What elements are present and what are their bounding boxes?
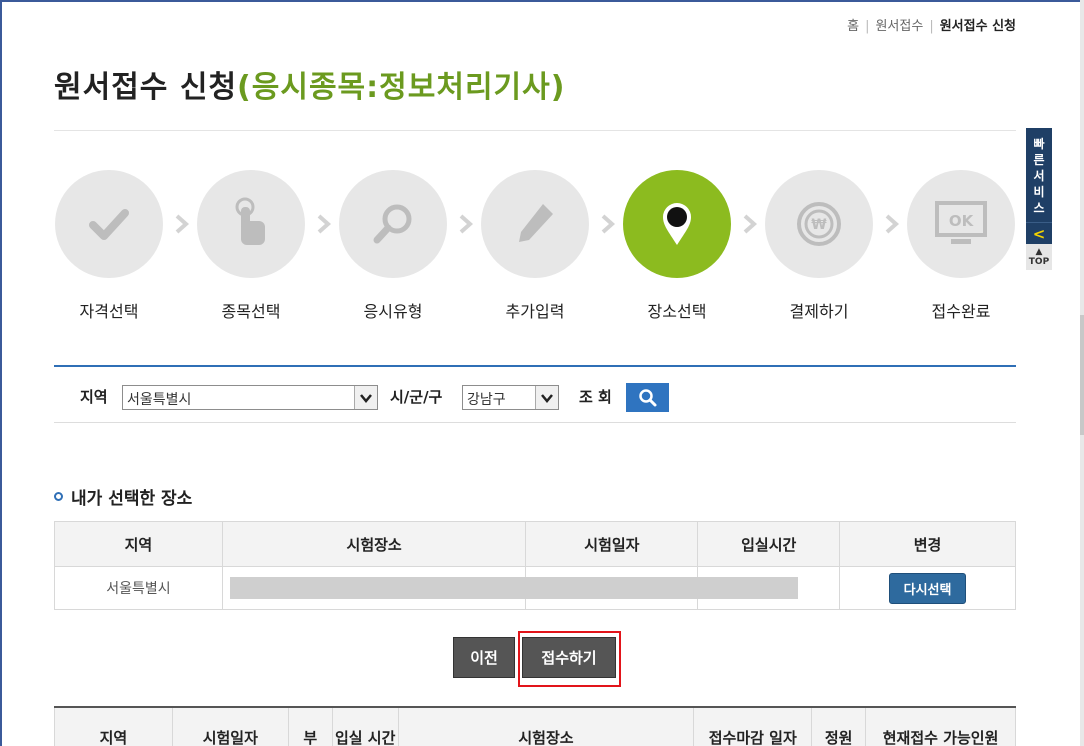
- chevron-down-icon[interactable]: [535, 386, 558, 409]
- district-select-value: 강남구: [467, 392, 506, 408]
- step-label: 자격선택: [79, 302, 139, 321]
- svg-text:OK: OK: [949, 212, 975, 230]
- breadcrumb: 홈 | 원서접수 | 원서접수 신청: [847, 19, 1016, 34]
- page-title-main: 원서접수 신청: [54, 70, 238, 105]
- page-title-sub: (응시종목:정보처리기사): [237, 70, 566, 105]
- exam-place-list-table: 지역 시험일자 부 입실 시간 시험장소 접수마감 일자 정원 현재접수 가능인…: [54, 706, 1016, 746]
- column-header: 지역: [54, 521, 223, 567]
- table-header-row: 지역 시험일자 부 입실 시간 시험장소 접수마감 일자 정원 현재접수 가능인…: [54, 706, 1016, 746]
- region-select[interactable]: 서울특별시: [122, 385, 378, 410]
- ok-monitor-icon: OK: [935, 201, 987, 244]
- step-complete: OK 접수완료: [906, 170, 1016, 322]
- title-divider: [54, 130, 1016, 131]
- column-header: 현재접수 가능인원: [865, 706, 1016, 746]
- pencil-icon: [519, 204, 553, 242]
- region-label: 지역: [80, 388, 108, 406]
- chevron-right-icon: [743, 214, 758, 234]
- magnifier-icon: [373, 204, 412, 244]
- column-header: 접수마감 일자: [693, 706, 813, 746]
- check-icon: [89, 209, 129, 240]
- step-additional-input: 추가입력: [480, 170, 590, 322]
- scrollbar-thumb[interactable]: [1080, 315, 1084, 435]
- step-qualification: 자격선택: [54, 170, 164, 322]
- chevron-right-icon: [317, 214, 332, 234]
- step-label: 접수완료: [931, 302, 991, 321]
- column-header: 시험장소: [397, 706, 695, 746]
- submit-button[interactable]: 접수하기: [522, 637, 616, 678]
- chevron-right-icon: [601, 214, 616, 234]
- column-header: 지역: [54, 706, 173, 746]
- cell-region: 서울특별시: [54, 566, 223, 610]
- quick-service-button[interactable]: 빠른서비스: [1026, 128, 1052, 222]
- column-header: 변경: [839, 521, 1016, 567]
- step-label: 종목선택: [221, 302, 281, 321]
- column-header: 입실 시간: [331, 706, 399, 746]
- chevron-right-icon: [459, 214, 474, 234]
- search-button[interactable]: [626, 383, 669, 412]
- column-header: 시험일자: [171, 706, 289, 746]
- reselect-button[interactable]: 다시선택: [888, 572, 967, 604]
- quick-service-label: 빠른서비스: [1033, 137, 1045, 215]
- chevron-down-icon[interactable]: [354, 386, 377, 409]
- step-label: 장소선택: [647, 302, 707, 321]
- chevron-right-icon: [175, 214, 190, 234]
- chevron-right-icon: [885, 214, 900, 234]
- svg-text:₩: ₩: [811, 217, 827, 233]
- bullet-icon: [54, 492, 63, 501]
- hand-pointer-icon: [235, 197, 265, 245]
- page-title: 원서접수 신청(응시종목:정보처리기사): [54, 62, 565, 106]
- step-exam-type: 응시유형: [338, 170, 448, 322]
- search-icon: [638, 388, 656, 406]
- section-title: 내가 선택한 장소: [54, 484, 192, 509]
- quick-service-panel: 빠른서비스 < ▲ TOP: [1026, 128, 1052, 270]
- prev-button[interactable]: 이전: [453, 637, 515, 678]
- breadcrumb-current: 원서접수 신청: [939, 19, 1016, 34]
- column-header: 시험일자: [525, 521, 699, 567]
- search-panel: 지역 서울특별시 시/군/구 강남구 조 회: [54, 365, 1016, 423]
- map-pin-icon: [663, 203, 691, 245]
- breadcrumb-home[interactable]: 홈: [847, 19, 859, 34]
- caret-up-icon: ▲: [1035, 247, 1043, 257]
- step-label: 결제하기: [789, 302, 849, 321]
- breadcrumb-mid[interactable]: 원서접수: [875, 19, 923, 34]
- region-select-value: 서울특별시: [127, 392, 192, 408]
- district-label: 시/군/구: [390, 388, 443, 406]
- quick-service-toggle-icon[interactable]: <: [1026, 222, 1052, 244]
- table-header-row: 지역 시험장소 시험일자 입실시간 변경: [54, 521, 1016, 567]
- scrollbar[interactable]: [1080, 0, 1084, 746]
- step-subject: 종목선택: [196, 170, 306, 322]
- step-payment: ₩ 결제하기: [764, 170, 874, 322]
- step-label: 추가입력: [505, 302, 565, 321]
- step-label: 응시유형: [363, 302, 423, 321]
- scroll-top-label: TOP: [1028, 257, 1050, 267]
- section-title-text: 내가 선택한 장소: [71, 489, 193, 509]
- redacted-block: [230, 577, 798, 599]
- column-header: 입실시간: [697, 521, 841, 567]
- column-header: 부: [287, 706, 333, 746]
- query-label: 조 회: [579, 388, 612, 406]
- won-coin-icon: ₩: [797, 202, 841, 246]
- cell-change: 다시선택: [839, 566, 1016, 610]
- step-progress: 자격선택 종목선택 응시유형 추가입력 장소선택 ₩ 결제하기 OK 접수완료: [54, 170, 1016, 322]
- column-header: 정원: [811, 706, 867, 746]
- step-location: 장소선택: [622, 170, 732, 322]
- district-select[interactable]: 강남구: [462, 385, 559, 410]
- scroll-top-button[interactable]: ▲ TOP: [1026, 244, 1052, 270]
- column-header: 시험장소: [221, 521, 527, 567]
